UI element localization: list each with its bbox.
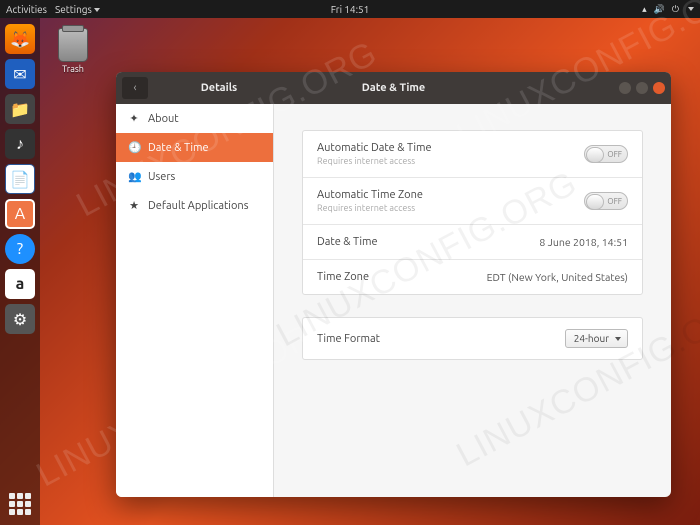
dock: 🦊 ✉ 📁 ♪ 📄 A ? a ⚙ [0,18,40,525]
dock-app-software[interactable]: A [5,199,35,229]
date-time-value: 8 June 2018, 14:51 [539,236,628,248]
chevron-left-icon: ‹ [133,82,136,94]
power-icon: ⏻ [672,4,680,15]
automatic-time-zone-toggle[interactable]: OFF [584,192,628,210]
minimize-button[interactable] [619,82,631,94]
time-format-dropdown[interactable]: 24-hour [565,329,628,348]
sidebar-item-users[interactable]: 👥 Users [116,162,273,191]
back-button[interactable]: ‹ [122,77,148,99]
dock-app-help[interactable]: ? [5,234,35,264]
row-time-zone[interactable]: Time Zone EDT (New York, United States) [303,260,642,294]
row-automatic-date-time[interactable]: Automatic Date & Time Requires internet … [303,131,642,178]
desktop-icon-label: Trash [58,64,88,74]
maximize-button[interactable] [636,82,648,94]
sidebar-item-label: About [148,113,179,125]
chevron-down-icon [688,7,694,11]
sidebar-item-label: Default Applications [148,200,248,212]
sidebar-item-about[interactable]: ✦ About [116,104,273,133]
header-section-title: Details [154,82,284,94]
system-status-area[interactable]: ▴ 🔊 ⏻ [642,4,694,15]
date-time-panel: Automatic Date & Time Requires internet … [302,130,643,295]
network-icon: ▴ [642,4,648,15]
activities-button[interactable]: Activities [6,4,47,15]
row-label: Automatic Date & Time [317,142,432,154]
sidebar-item-default-apps[interactable]: ★ Default Applications [116,191,273,220]
row-automatic-time-zone[interactable]: Automatic Time Zone Requires internet ac… [303,178,642,225]
star-icon: ★ [128,199,140,212]
window-header: ‹ Details Date & Time [116,72,671,104]
dock-app-amazon[interactable]: a [5,269,35,299]
dock-app-writer[interactable]: 📄 [5,164,35,194]
desktop-icon-trash[interactable]: Trash [58,28,88,74]
about-icon: ✦ [128,112,140,125]
automatic-date-time-toggle[interactable]: OFF [584,145,628,163]
row-time-format: Time Format 24-hour [303,318,642,359]
dock-app-rhythmbox[interactable]: ♪ [5,129,35,159]
settings-sidebar: ✦ About 🕘 Date & Time 👥 Users ★ Default Appl… [116,104,274,497]
time-zone-value: EDT (New York, United States) [487,271,628,283]
dock-app-firefox[interactable]: 🦊 [5,24,35,54]
clock-icon: 🕘 [128,141,140,154]
dock-app-files[interactable]: 📁 [5,94,35,124]
close-button[interactable] [653,82,665,94]
row-label: Time Format [317,333,380,345]
sidebar-item-date-time[interactable]: 🕘 Date & Time [116,133,273,162]
row-sublabel: Requires internet access [317,156,432,166]
top-panel: Activities Settings Fri 14:51 ▴ 🔊 ⏻ [0,0,700,18]
show-applications-button[interactable] [5,489,35,519]
settings-window: ‹ Details Date & Time ✦ About 🕘 Date & Tim… [116,72,671,497]
row-date-time[interactable]: Date & Time 8 June 2018, 14:51 [303,225,642,260]
row-label: Time Zone [317,271,369,283]
row-label: Date & Time [317,236,378,248]
dock-app-thunderbird[interactable]: ✉ [5,59,35,89]
chevron-down-icon [94,8,100,12]
app-menu[interactable]: Settings [55,4,100,15]
dock-app-settings[interactable]: ⚙ [5,304,35,334]
clock[interactable]: Fri 14:51 [331,4,370,15]
row-sublabel: Requires internet access [317,203,423,213]
sidebar-item-label: Users [148,171,175,183]
header-title: Date & Time [362,82,426,94]
users-icon: 👥 [128,170,140,183]
sidebar-item-label: Date & Time [148,142,209,154]
trash-icon [58,28,88,62]
volume-icon: 🔊 [654,4,666,15]
time-format-panel: Time Format 24-hour [302,317,643,360]
row-label: Automatic Time Zone [317,189,423,201]
settings-content: Automatic Date & Time Requires internet … [274,104,671,497]
